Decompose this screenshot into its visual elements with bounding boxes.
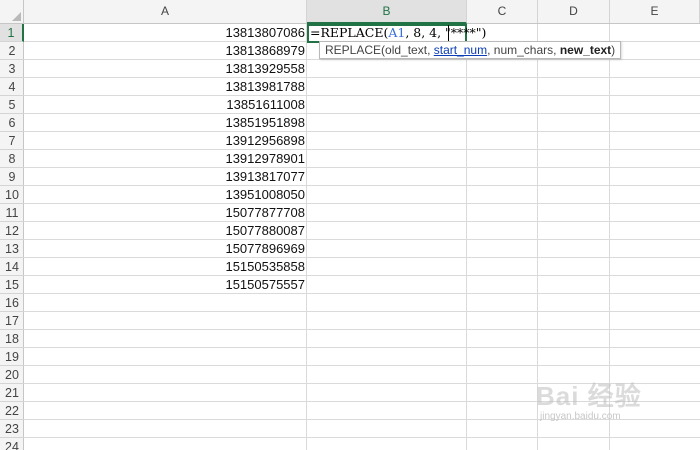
row-header-21[interactable]: 21 [0, 384, 24, 402]
tooltip-arg-old-text[interactable]: old_text [385, 43, 427, 57]
row-header-15[interactable]: 15 [0, 276, 24, 294]
cell-a10[interactable]: 13951008050 [24, 186, 307, 204]
cell-a11[interactable]: 15077877708 [24, 204, 307, 222]
row-header-2[interactable]: 2 [0, 42, 24, 60]
formula-prefix: =REPLACE( [310, 25, 389, 40]
cell-a3[interactable]: 13813929558 [24, 60, 307, 78]
tooltip-separator: , [487, 43, 494, 57]
row-gridline [24, 311, 700, 312]
tooltip-arg-start-num[interactable]: start_num [434, 43, 487, 57]
row-header-23[interactable]: 23 [0, 420, 24, 438]
row-header-20[interactable]: 20 [0, 366, 24, 384]
cell-a14[interactable]: 15150535858 [24, 258, 307, 276]
column-header-a[interactable]: A [24, 0, 307, 23]
select-all-icon [12, 12, 21, 21]
row-header-14[interactable]: 14 [0, 258, 24, 276]
row-header-4[interactable]: 4 [0, 78, 24, 96]
cell-a6[interactable]: 13851951898 [24, 114, 307, 132]
cell-a5[interactable]: 13851611008 [24, 96, 307, 114]
tooltip-separator: , [553, 43, 560, 57]
cell-a1[interactable]: 13813807086 [24, 24, 307, 42]
tooltip-separator: , [427, 43, 434, 57]
select-all-button[interactable] [0, 0, 24, 23]
row-header-10[interactable]: 10 [0, 186, 24, 204]
row-header-7[interactable]: 7 [0, 132, 24, 150]
row-header-1[interactable]: 1 [0, 24, 24, 42]
row-header-24[interactable]: 24 [0, 438, 24, 450]
row-header-13[interactable]: 13 [0, 240, 24, 258]
column-header-b[interactable]: B [307, 0, 467, 24]
cell-a8[interactable]: 13912978901 [24, 150, 307, 168]
column-header-d[interactable]: D [538, 0, 610, 23]
tooltip-arg-new-text[interactable]: new_text [560, 43, 611, 57]
row-gridline [24, 365, 700, 366]
row-gridline [24, 347, 700, 348]
tooltip-function-name: REPLACE( [325, 43, 386, 57]
row-header-19[interactable]: 19 [0, 348, 24, 366]
row-header-16[interactable]: 16 [0, 294, 24, 312]
column-gridline [466, 24, 467, 450]
cell-a7[interactable]: 13912956898 [24, 132, 307, 150]
row-gridline [24, 329, 700, 330]
column-header-e[interactable]: E [610, 0, 700, 23]
cell-a9[interactable]: 13913817077 [24, 168, 307, 186]
cell-a15[interactable]: 15150575557 [24, 276, 307, 294]
cell-a12[interactable]: 15077880087 [24, 222, 307, 240]
row-gridline [24, 437, 700, 438]
watermark-logo-text: Bai 经验 [536, 381, 642, 411]
tooltip-close-paren: ) [611, 43, 616, 57]
row-header-12[interactable]: 12 [0, 222, 24, 240]
spreadsheet: ABCDE 1 2 3 4 5 6 7 8 9 10 11 12 13 14 15 16 17 18 19 20 21 2… [0, 0, 700, 450]
row-header-11[interactable]: 11 [0, 204, 24, 222]
formula-suffix: , 8, 4, "****") [405, 25, 487, 40]
row-header-22[interactable]: 22 [0, 402, 24, 420]
cell-formula-text[interactable]: =REPLACE(A1, 8, 4, "****") [310, 25, 486, 41]
text-caret [448, 25, 449, 41]
row-header-18[interactable]: 18 [0, 330, 24, 348]
row-header-3[interactable]: 3 [0, 60, 24, 78]
row-header-17[interactable]: 17 [0, 312, 24, 330]
row-header-9[interactable]: 9 [0, 168, 24, 186]
tooltip-arg-num-chars[interactable]: num_chars [494, 43, 553, 57]
column-header-c[interactable]: C [467, 0, 538, 23]
cell-a4[interactable]: 13813981788 [24, 78, 307, 96]
row-header-5[interactable]: 5 [0, 96, 24, 114]
row-header-8[interactable]: 8 [0, 150, 24, 168]
cell-a13[interactable]: 15077896969 [24, 240, 307, 258]
row-header-6[interactable]: 6 [0, 114, 24, 132]
baidu-watermark: Bai 经验 jingyan.baidu.com [536, 376, 666, 436]
watermark-url: jingyan.baidu.com [540, 411, 621, 422]
function-syntax-tooltip: REPLACE(old_text, start_num, num_chars, … [319, 41, 622, 59]
formula-cell-reference: A1 [388, 25, 406, 40]
cell-a2[interactable]: 13813868979 [24, 42, 307, 60]
